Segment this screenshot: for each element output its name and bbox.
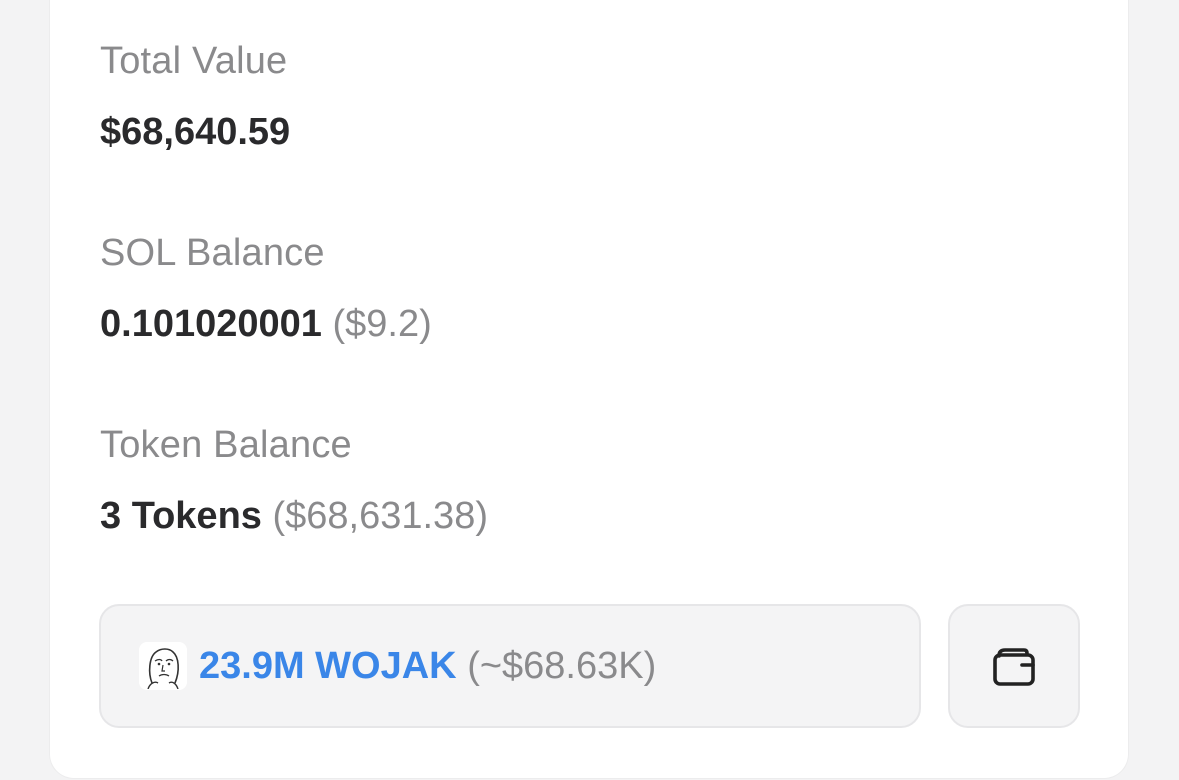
sol-balance-label: SOL Balance (100, 232, 325, 274)
token-balance-count: 3 Tokens (100, 495, 262, 537)
token-item-wojak[interactable]: 23.9M WOJAK (~$68.63K) (99, 604, 921, 728)
total-value-label: Total Value (100, 40, 288, 82)
wallet-button[interactable] (948, 604, 1080, 728)
sol-balance-row: 0.101020001 ($9.2) (100, 303, 432, 346)
wojak-face-icon (139, 642, 187, 690)
token-balance-usd: ($68,631.38) (272, 495, 488, 537)
token-amount-link[interactable]: 23.9M WOJAK (199, 645, 457, 687)
sol-balance-usd: ($9.2) (332, 303, 432, 345)
wallet-icon (993, 648, 1035, 686)
sol-balance-amount: 0.101020001 (100, 303, 322, 345)
token-item-text: 23.9M WOJAK (~$68.63K) (199, 645, 656, 688)
token-usd-value: (~$68.63K) (467, 644, 657, 687)
token-balance-label: Token Balance (100, 424, 352, 466)
token-balance-row: 3 Tokens ($68,631.38) (100, 495, 488, 538)
total-value: $68,640.59 (100, 111, 291, 153)
